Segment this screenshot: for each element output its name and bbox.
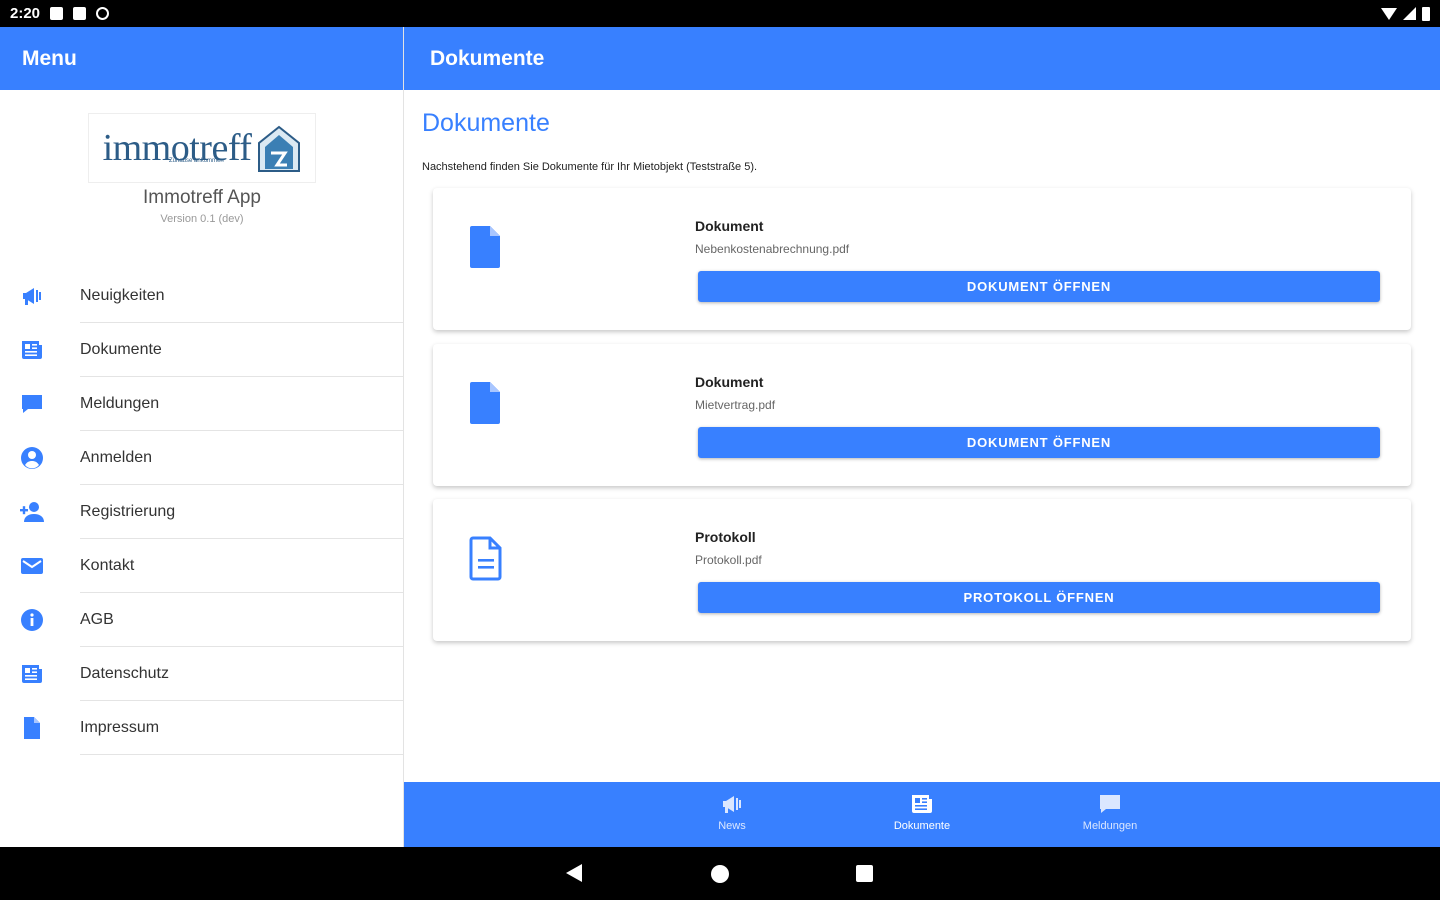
add-user-icon — [0, 500, 80, 524]
document-icon — [0, 716, 80, 740]
menu-item-impressum[interactable]: Impressum — [0, 701, 403, 755]
newspaper-icon — [0, 338, 80, 362]
card-title: Protokoll — [695, 529, 756, 545]
brand-tagline: Zuhause ankommen — [169, 158, 224, 164]
card-filename: Mietvertrag.pdf — [695, 398, 776, 412]
card-title: Dokument — [695, 218, 764, 234]
wifi-icon — [1381, 7, 1397, 20]
house-logo-icon — [258, 125, 301, 172]
tab-label: Dokumente — [893, 820, 951, 832]
menu-item-label: Meldungen — [80, 395, 160, 412]
document-filled-icon — [470, 382, 500, 424]
signal-icon — [1403, 7, 1416, 20]
chat-bubble-icon — [0, 392, 80, 416]
header-title: Dokumente — [430, 46, 545, 70]
mail-icon — [0, 554, 80, 578]
page-title: Dokumente — [422, 109, 550, 137]
home-icon[interactable] — [711, 865, 729, 883]
open-protocol-button[interactable]: PROTOKOLL ÖFFNEN — [698, 582, 1380, 613]
app-version: Version 0.1 (dev) — [160, 213, 244, 225]
menu-item-label: Kontakt — [80, 557, 135, 574]
menu-item-label: Anmelden — [80, 449, 153, 466]
protocol-card: Protokoll Protokoll.pdf PROTOKOLL ÖFFNEN — [433, 499, 1411, 641]
newspaper-icon — [0, 662, 80, 686]
newspaper-icon — [912, 795, 932, 813]
menu-item-anmelden[interactable]: Anmelden — [0, 431, 403, 485]
side-menu: Menu immotreff Zuhause ankommen Immotref… — [0, 27, 404, 847]
menu-item-dokumente[interactable]: Dokumente — [0, 323, 403, 377]
system-nav-bar — [0, 847, 1440, 900]
do-not-disturb-icon — [96, 7, 110, 20]
user-circle-icon — [0, 446, 80, 470]
card-filename: Nebenkostenabrechnung.pdf — [695, 242, 850, 256]
status-left: 2:20 — [10, 5, 110, 22]
notification-icon — [50, 7, 64, 20]
tab-news[interactable]: News — [672, 792, 792, 832]
back-icon[interactable] — [566, 864, 582, 882]
tab-label: News — [718, 820, 746, 832]
status-bar: 2:20 — [0, 0, 1440, 27]
menu-item-registrierung[interactable]: Registrierung — [0, 485, 403, 539]
menu-header: Menu — [0, 27, 403, 90]
battery-icon — [1422, 6, 1430, 21]
bottom-tab-bar: News Dokumente Meldungen — [404, 782, 1440, 847]
menu-item-meldungen[interactable]: Meldungen — [0, 377, 403, 431]
document-card: Dokument Mietvertrag.pdf DOKUMENT ÖFFNEN — [433, 344, 1411, 486]
menu-item-label: Dokumente — [80, 341, 162, 358]
tab-dokumente[interactable]: Dokumente — [862, 792, 982, 832]
document-card: Dokument Nebenkostenabrechnung.pdf DOKUM… — [433, 188, 1411, 330]
menu-item-label: AGB — [80, 611, 114, 628]
status-right — [1381, 6, 1430, 21]
document-outline-icon — [469, 536, 502, 581]
menu-title: Menu — [22, 46, 77, 70]
page-intro: Nachstehend finden Sie Dokumente für Ihr… — [422, 161, 758, 173]
document-filled-icon — [470, 226, 500, 268]
card-title: Dokument — [695, 374, 764, 390]
recent-apps-icon[interactable] — [856, 865, 873, 882]
megaphone-icon — [0, 284, 80, 308]
app-name: Immotreff App — [143, 187, 261, 208]
menu-item-datenschutz[interactable]: Datenschutz — [0, 647, 403, 701]
open-document-button[interactable]: DOKUMENT ÖFFNEN — [698, 427, 1380, 458]
menu-list: Neuigkeiten Dokumente Meldungen Anmelden… — [0, 269, 403, 755]
menu-item-kontakt[interactable]: Kontakt — [0, 539, 403, 593]
open-document-button[interactable]: DOKUMENT ÖFFNEN — [698, 271, 1380, 302]
menu-item-label: Impressum — [80, 719, 160, 736]
menu-item-agb[interactable]: AGB — [0, 593, 403, 647]
chat-bubble-icon — [1100, 795, 1120, 813]
info-icon — [0, 608, 80, 632]
menu-item-label: Registrierung — [80, 503, 176, 520]
status-time: 2:20 — [10, 5, 41, 22]
sd-card-icon — [73, 7, 87, 20]
brand-logo: immotreff Zuhause ankommen — [88, 113, 316, 183]
menu-item-label: Neuigkeiten — [80, 287, 165, 304]
megaphone-icon — [723, 796, 741, 813]
card-filename: Protokoll.pdf — [695, 553, 762, 567]
tab-label: Meldungen — [1082, 820, 1138, 832]
menu-item-neuigkeiten[interactable]: Neuigkeiten — [0, 269, 403, 323]
main-header: Dokumente — [404, 27, 1440, 90]
main-content: Dokumente Dokumente Nachstehend finden S… — [404, 27, 1440, 847]
tab-meldungen[interactable]: Meldungen — [1050, 792, 1170, 832]
menu-item-label: Datenschutz — [80, 665, 169, 682]
